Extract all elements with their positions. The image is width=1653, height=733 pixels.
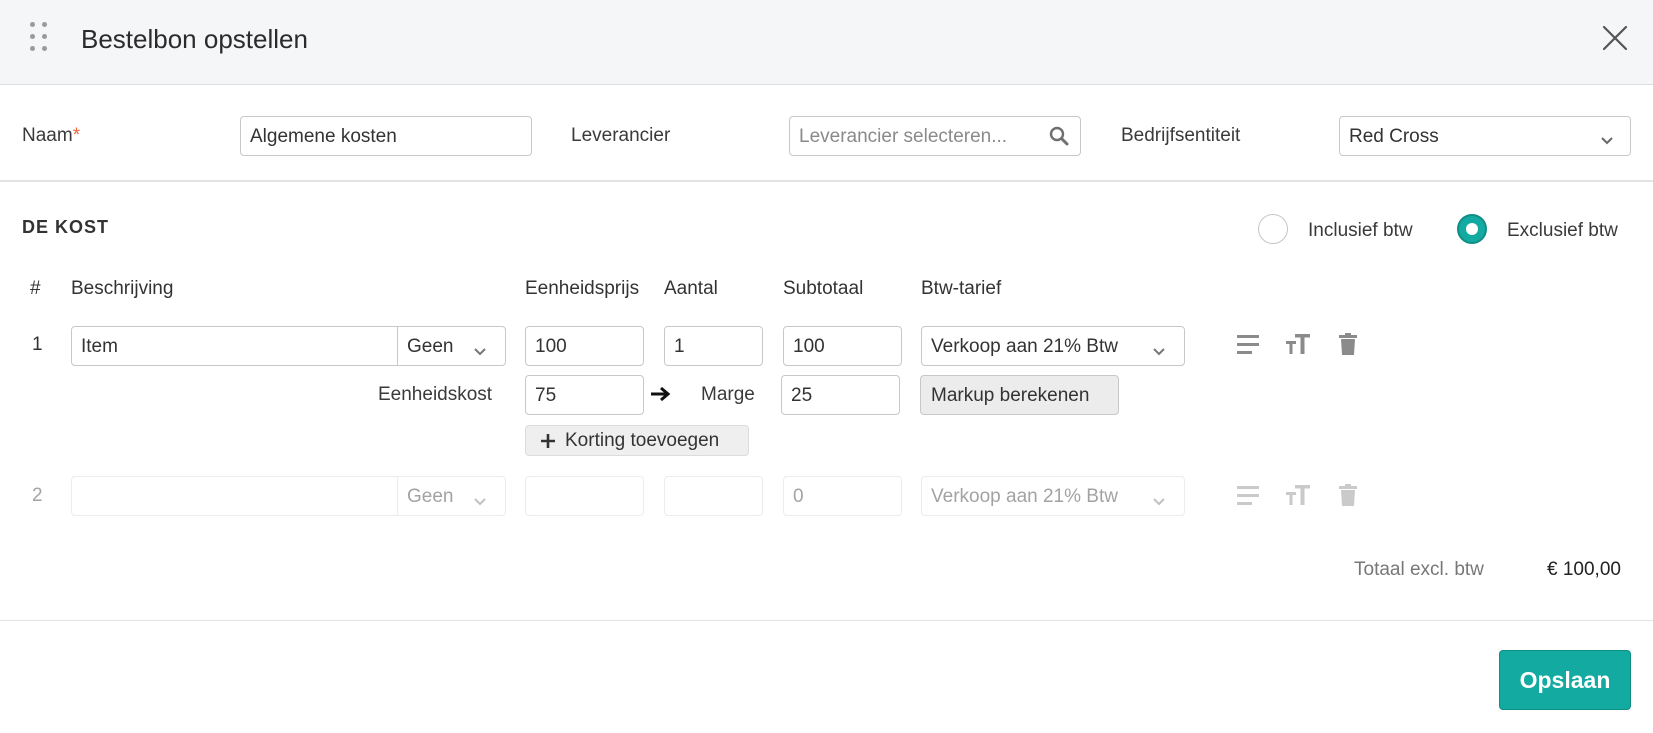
trash-icon[interactable] <box>1339 333 1357 360</box>
save-button[interactable]: Opslaan <box>1499 650 1631 710</box>
margin-input[interactable]: 25 <box>781 375 900 415</box>
arrow-right-icon <box>650 385 672 408</box>
chevron-down-icon <box>473 491 487 513</box>
search-icon <box>1049 126 1069 152</box>
total-value: € 100,00 <box>1547 559 1621 580</box>
leverancier-placeholder: Leverancier selecteren... <box>799 126 1008 147</box>
col-vat-rate: Btw-tarief <box>921 278 1002 299</box>
vat-rate-value: Verkoop aan 21% Btw <box>931 486 1118 507</box>
line-number: 1 <box>32 334 43 355</box>
vat-rate-select[interactable]: Verkoop aan 21% Btw <box>921 326 1185 366</box>
col-quantity: Aantal <box>664 278 718 299</box>
naam-label: Naam* <box>22 125 81 146</box>
subtotal-input[interactable]: 0 <box>783 476 902 516</box>
unit-cost-label: Eenheidskost <box>378 384 493 405</box>
category-select[interactable]: Geen <box>397 476 506 516</box>
chevron-down-icon <box>1152 341 1166 363</box>
add-discount-button[interactable]: Korting toevoegen <box>525 425 749 456</box>
unit-cost-input[interactable]: 75 <box>525 375 644 415</box>
col-subtotal: Subtotaal <box>783 278 864 299</box>
leverancier-search-input[interactable]: Leverancier selecteren... <box>789 116 1081 156</box>
vat-rate-value: Verkoop aan 21% Btw <box>931 336 1118 357</box>
footer-divider <box>0 620 1653 621</box>
drag-handle-icon[interactable] <box>30 22 50 54</box>
naam-input[interactable]: Algemene kosten <box>240 116 532 156</box>
section-title: DE KOST <box>22 217 110 237</box>
line-number: 2 <box>32 485 43 506</box>
required-marker: * <box>72 125 81 146</box>
bedrijfsentiteit-select[interactable]: Red Cross <box>1339 116 1631 156</box>
modal-header: Bestelbon opstellen <box>0 0 1653 85</box>
total-label: Totaal excl. btw <box>1354 559 1484 580</box>
notes-icon[interactable] <box>1237 333 1259 360</box>
exclusief-btw-radio[interactable] <box>1457 214 1487 244</box>
chevron-down-icon <box>1600 130 1614 152</box>
bedrijfsentiteit-value: Red Cross <box>1349 126 1439 147</box>
description-input[interactable] <box>71 476 398 516</box>
quantity-input[interactable] <box>664 476 763 516</box>
col-num: # <box>30 278 41 299</box>
chevron-down-icon <box>473 341 487 363</box>
close-icon[interactable] <box>1601 24 1629 52</box>
text-size-icon[interactable] <box>1286 484 1310 511</box>
order-details-row: Naam* Algemene kosten Leverancier Levera… <box>0 85 1653 182</box>
text-size-icon[interactable] <box>1286 333 1310 360</box>
add-discount-label: Korting toevoegen <box>565 430 720 451</box>
inclusief-btw-radio[interactable] <box>1258 214 1288 244</box>
col-unit-price: Eenheidsprijs <box>525 278 640 299</box>
margin-label: Marge <box>701 384 755 405</box>
col-description: Beschrijving <box>71 278 174 299</box>
exclusief-btw-label[interactable]: Exclusief btw <box>1507 220 1618 242</box>
bedrijfsentiteit-label: Bedrijfsentiteit <box>1121 125 1241 146</box>
quantity-input[interactable]: 1 <box>664 326 763 366</box>
category-value: Geen <box>407 486 454 507</box>
plus-icon <box>540 433 556 455</box>
modal-title: Bestelbon opstellen <box>81 24 308 54</box>
subtotal-input[interactable]: 100 <box>783 326 902 366</box>
category-select[interactable]: Geen <box>397 326 506 366</box>
unit-price-input[interactable] <box>525 476 644 516</box>
chevron-down-icon <box>1152 491 1166 513</box>
calculate-markup-button[interactable]: Markup berekenen <box>920 375 1119 415</box>
inclusief-btw-label[interactable]: Inclusief btw <box>1308 220 1413 242</box>
unit-price-input[interactable]: 100 <box>525 326 644 366</box>
category-value: Geen <box>407 336 454 357</box>
leverancier-label: Leverancier <box>571 125 671 146</box>
notes-icon[interactable] <box>1237 484 1259 511</box>
trash-icon[interactable] <box>1339 484 1357 511</box>
description-input[interactable]: Item <box>71 326 398 366</box>
vat-rate-select[interactable]: Verkoop aan 21% Btw <box>921 476 1185 516</box>
